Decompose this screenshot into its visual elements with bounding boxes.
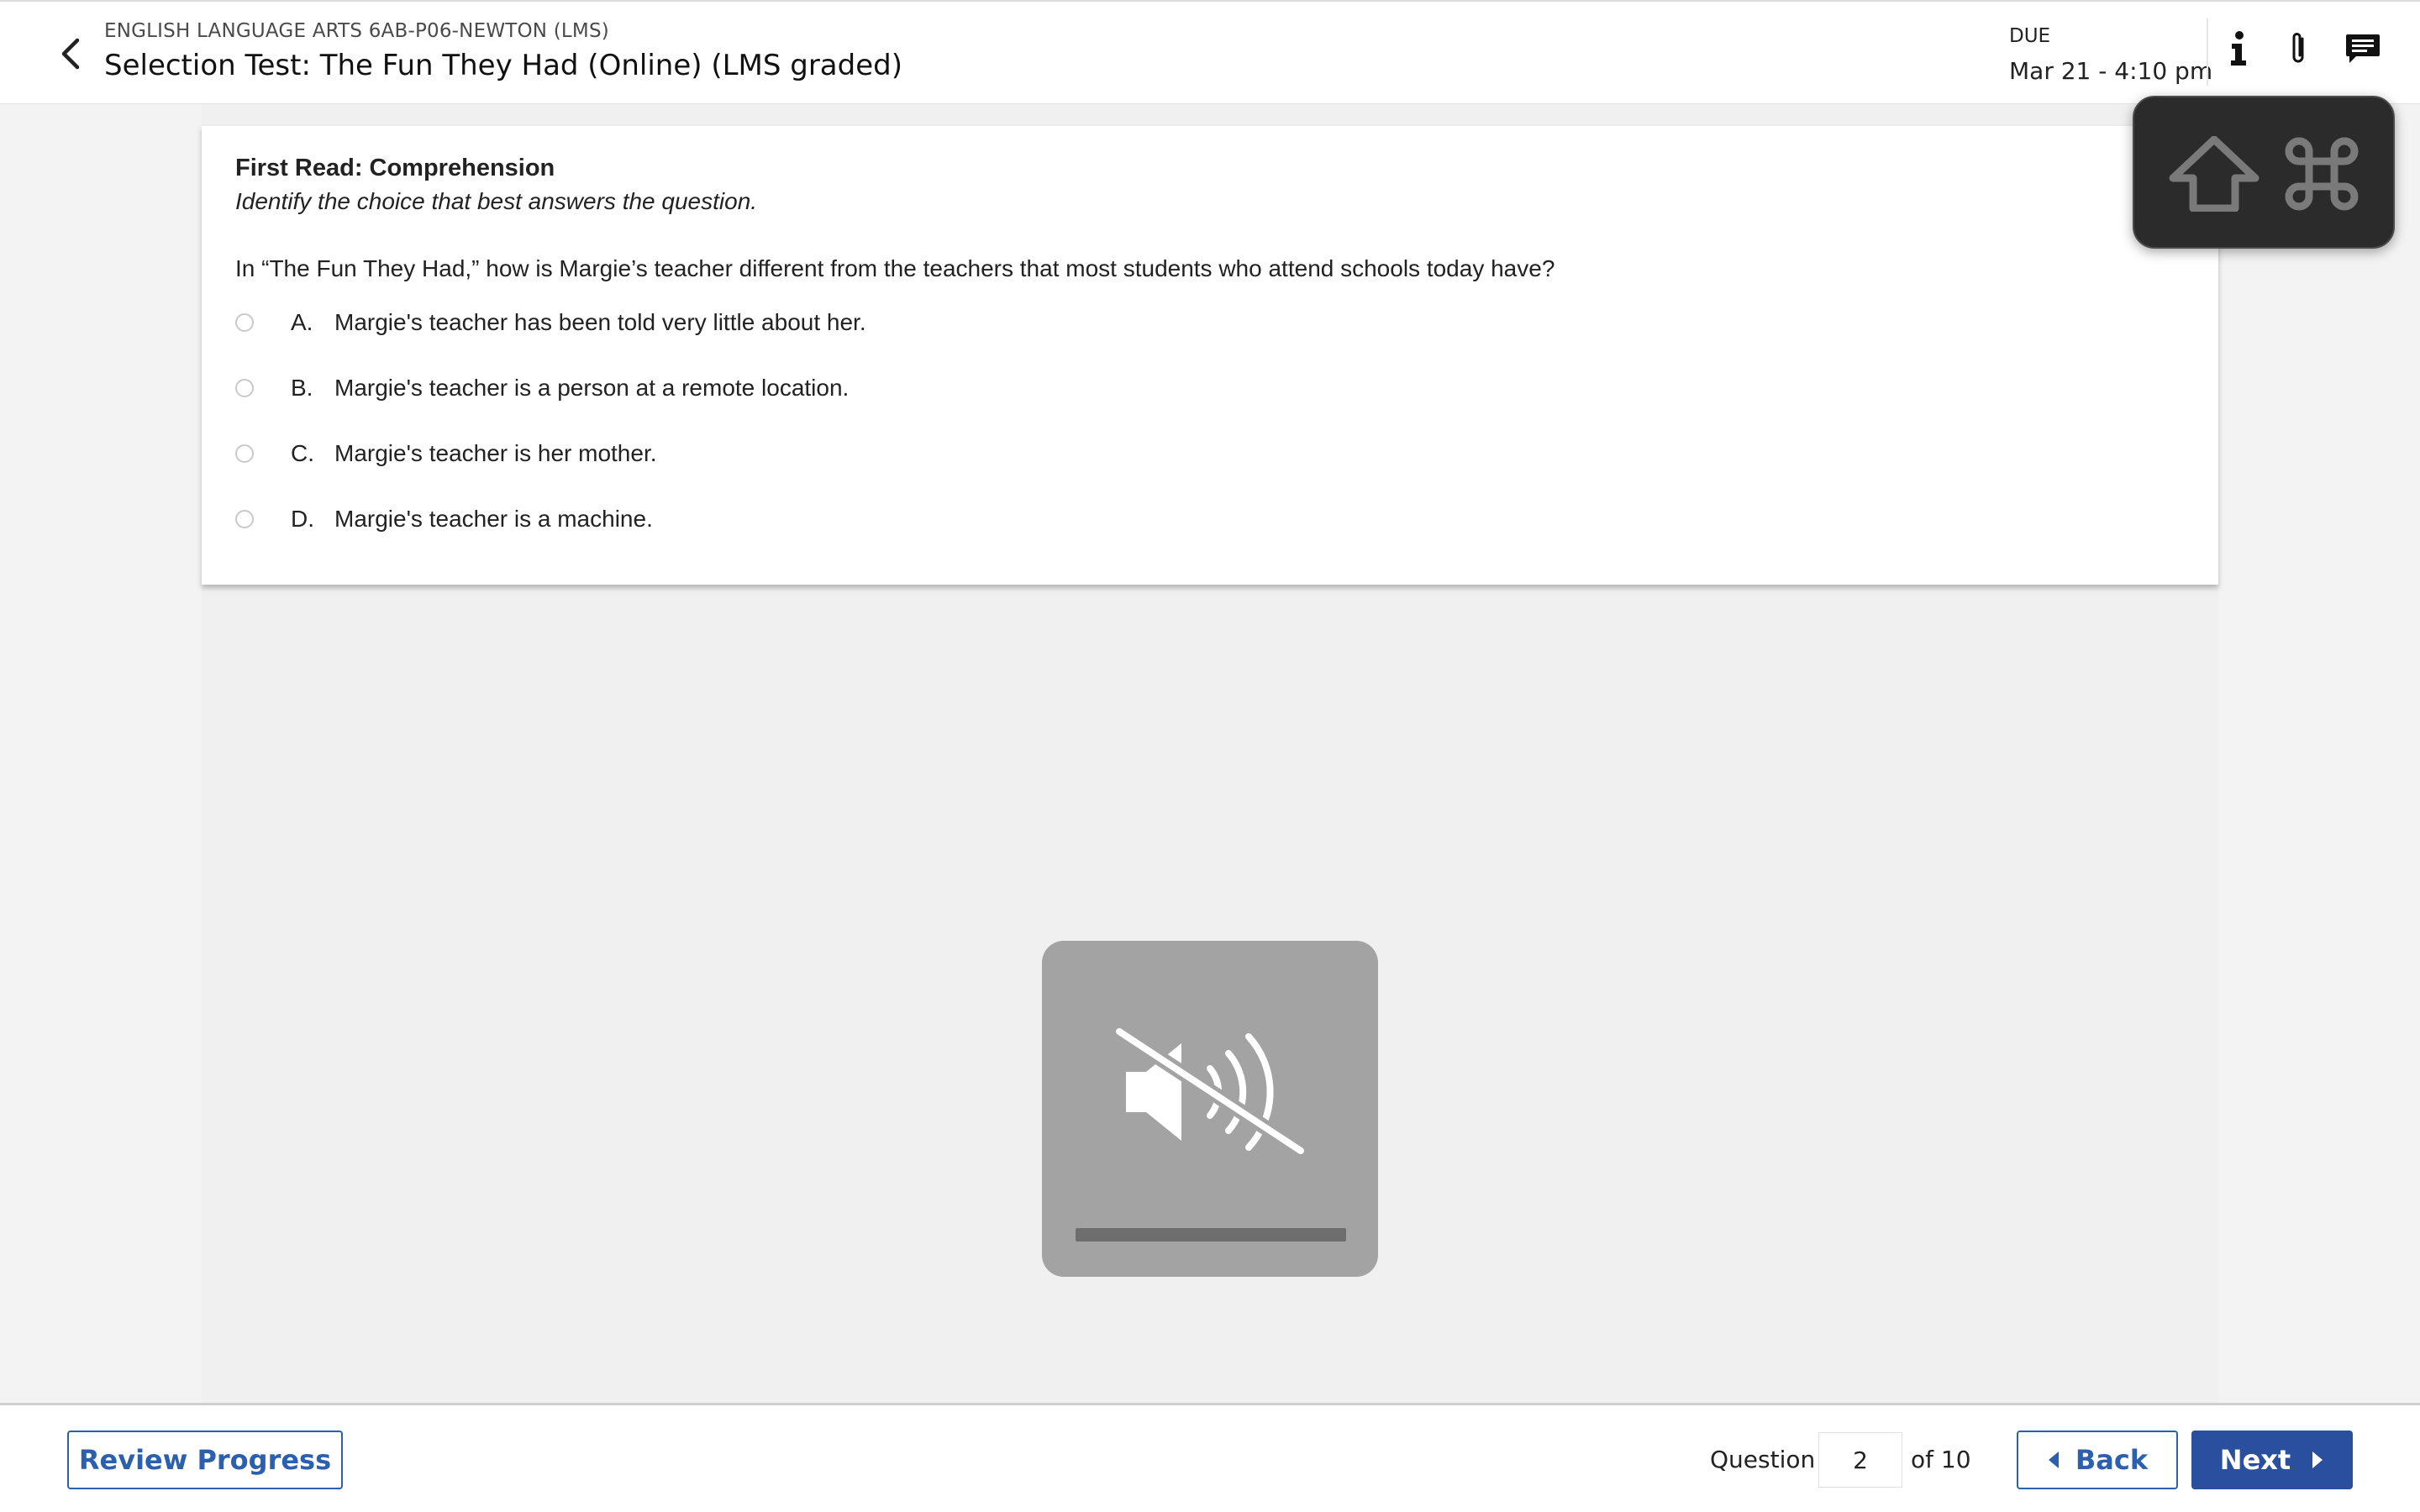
radio-button[interactable] <box>235 379 254 397</box>
caret-right-icon <box>2312 1452 2323 1468</box>
course-name: ENGLISH LANGUAGE ARTS 6AB-P06-NEWTON (LM… <box>104 20 609 42</box>
option-text: Margie's teacher is her mother. <box>334 440 657 466</box>
due-date: Mar 21 - 4:10 pm <box>2009 57 2213 85</box>
option-letter: B. <box>291 375 313 401</box>
back-chevron-icon[interactable] <box>54 35 87 72</box>
shift-key-icon <box>2169 136 2260 212</box>
assignment-title: Selection Test: The Fun They Had (Online… <box>104 49 902 82</box>
answer-option-d[interactable]: D. Margie's teacher is a machine. <box>235 502 1580 536</box>
next-button-label: Next <box>2219 1444 2291 1476</box>
question-total: of 10 <box>1911 1446 1971 1473</box>
question-card: First Read: Comprehension Identify the c… <box>202 126 2218 585</box>
paperclip-icon[interactable] <box>2274 22 2324 76</box>
question-label: Question <box>1710 1446 1816 1473</box>
info-icon[interactable] <box>2213 22 2264 76</box>
radio-button[interactable] <box>235 444 254 463</box>
answer-option-a[interactable]: A. Margie's teacher has been told very l… <box>235 306 1580 339</box>
question-instruction: Identify the choice that best answers th… <box>235 188 758 214</box>
option-letter: C. <box>291 440 314 466</box>
question-prompt: In “The Fun They Had,” how is Margie’s t… <box>235 255 1555 281</box>
app-header: ENGLISH LANGUAGE ARTS 6AB-P06-NEWTON (LM… <box>0 0 2420 104</box>
due-label: DUE <box>2009 25 2051 47</box>
section-heading: First Read: Comprehension <box>235 155 555 181</box>
header-divider <box>2207 18 2208 86</box>
answer-option-b[interactable]: B. Margie's teacher is a person at a rem… <box>235 371 1580 405</box>
option-text: Margie's teacher is a machine. <box>334 506 653 532</box>
option-text: Margie's teacher has been told very litt… <box>334 309 866 335</box>
review-progress-button[interactable]: Review Progress <box>67 1431 343 1489</box>
answer-option-c[interactable]: C. Margie's teacher is her mother. <box>235 437 1580 470</box>
volume-muted-overlay <box>1042 941 1378 1277</box>
comment-icon[interactable] <box>2338 22 2388 76</box>
volume-level-bar <box>1076 1228 1346 1242</box>
option-text: Margie's teacher is a person at a remote… <box>334 375 850 401</box>
next-button[interactable]: Next <box>2191 1431 2353 1489</box>
speaker-muted-icon <box>1112 1025 1308 1158</box>
back-button[interactable]: Back <box>2017 1431 2178 1489</box>
option-letter: A. <box>291 309 313 335</box>
keyboard-shortcut-overlay <box>2133 96 2395 249</box>
radio-button[interactable] <box>235 510 254 528</box>
back-button-label: Back <box>2075 1444 2149 1476</box>
option-letter: D. <box>291 506 314 532</box>
footer-bar: Review Progress Question of 10 Back Next <box>0 1403 2420 1512</box>
question-number-input[interactable] <box>1818 1432 1902 1488</box>
radio-button[interactable] <box>235 313 254 332</box>
command-key-icon <box>2285 137 2359 211</box>
caret-left-icon <box>2048 1452 2059 1468</box>
